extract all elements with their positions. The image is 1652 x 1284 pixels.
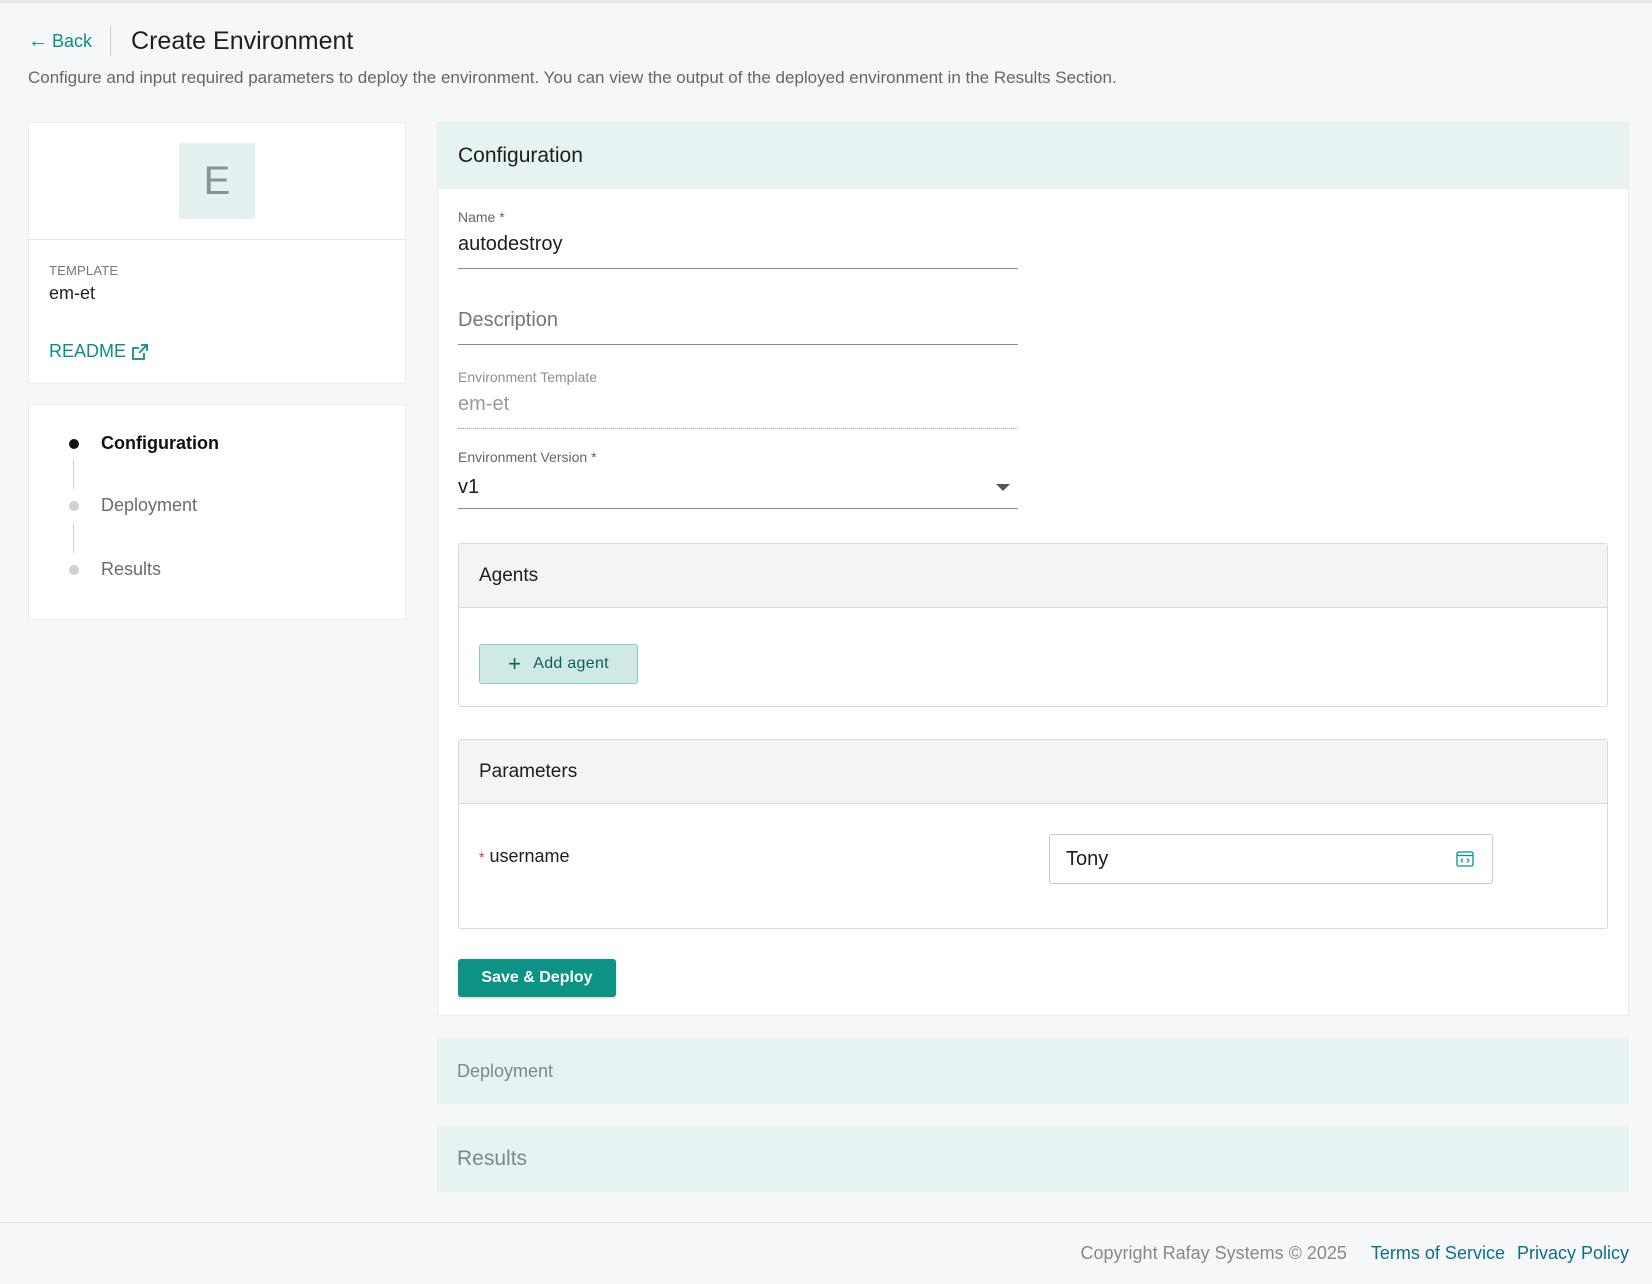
username-param-label: * username [479, 846, 570, 867]
stepper: Configuration Deployment Results [28, 404, 406, 620]
environment-version-value: v1 [458, 476, 480, 498]
description-field[interactable]: Description [458, 309, 1018, 345]
step-label: Results [101, 559, 162, 579]
external-link-icon [132, 343, 148, 360]
terms-link[interactable]: Terms of Service [1371, 1243, 1505, 1264]
plus-icon: + [508, 651, 522, 676]
environment-version-label: Environment Version * [458, 449, 597, 465]
add-agent-button[interactable]: + Add agent [479, 644, 638, 684]
name-label: Name * [458, 209, 505, 225]
card-divider [29, 239, 405, 240]
param-name: username [489, 846, 570, 866]
back-label: Back [52, 30, 93, 51]
step-label: Configuration [101, 433, 219, 453]
add-agent-label: Add agent [533, 655, 609, 672]
environment-version-field[interactable]: Environment Version * v1 [458, 449, 1018, 509]
agents-panel: Agents + Add agent [458, 543, 1608, 707]
page-header: ← Back Create Environment [28, 26, 353, 56]
template-card: E TEMPLATE em-et README [28, 122, 406, 384]
environment-version-select[interactable]: v1 [458, 473, 1018, 509]
step-connector [73, 459, 74, 489]
environment-template-field: Environment Template em-et [458, 369, 1018, 429]
configuration-panel: Configuration Name * autodestroy Descrip… [437, 122, 1629, 1016]
readme-label: README [49, 341, 127, 361]
caret-down-icon [996, 484, 1010, 491]
header-divider [110, 26, 112, 56]
configuration-header[interactable]: Configuration [438, 123, 1628, 189]
environment-template-value: em-et [458, 393, 1018, 429]
privacy-link[interactable]: Privacy Policy [1517, 1243, 1629, 1264]
readme-link[interactable]: README [49, 341, 148, 362]
footer: Copyright Rafay Systems © 2025 Terms of … [0, 1222, 1652, 1284]
agents-header: Agents [459, 544, 1607, 608]
footer-links: Copyright Rafay Systems © 2025 Terms of … [1081, 1243, 1629, 1264]
template-label: TEMPLATE [49, 263, 119, 278]
step-dot [69, 438, 79, 449]
name-input[interactable]: autodestroy [458, 233, 1018, 269]
save-deploy-button[interactable]: Save & Deploy [458, 959, 616, 997]
step-results[interactable]: Results [69, 559, 161, 580]
step-label: Deployment [101, 495, 198, 515]
page-title: Create Environment [131, 26, 354, 55]
username-input[interactable]: Tony [1049, 834, 1493, 884]
parameters-panel: Parameters * username Tony [458, 739, 1608, 929]
step-configuration[interactable]: Configuration [69, 433, 219, 454]
required-mark: * [479, 849, 485, 865]
step-dot [69, 500, 79, 511]
code-editor-icon[interactable] [1456, 850, 1474, 868]
step-dot [69, 564, 79, 575]
template-value: em-et [49, 283, 96, 303]
deployment-panel-header[interactable]: Deployment [437, 1038, 1629, 1104]
copyright-text: Copyright Rafay Systems © 2025 [1080, 1243, 1347, 1263]
step-deployment[interactable]: Deployment [69, 495, 197, 516]
template-avatar: E [179, 143, 255, 219]
page-subtitle: Configure and input required parameters … [28, 68, 1117, 87]
description-input[interactable]: Description [458, 309, 1018, 345]
step-connector [73, 523, 74, 553]
parameters-header: Parameters [459, 740, 1607, 804]
results-panel-header[interactable]: Results [437, 1126, 1629, 1192]
username-value: Tony [1066, 847, 1109, 870]
environment-template-label: Environment Template [458, 369, 598, 385]
top-border [0, 0, 1652, 3]
back-button[interactable]: ← Back [28, 31, 92, 52]
name-field[interactable]: Name * autodestroy [458, 209, 1018, 269]
arrow-left-icon: ← [28, 30, 48, 52]
